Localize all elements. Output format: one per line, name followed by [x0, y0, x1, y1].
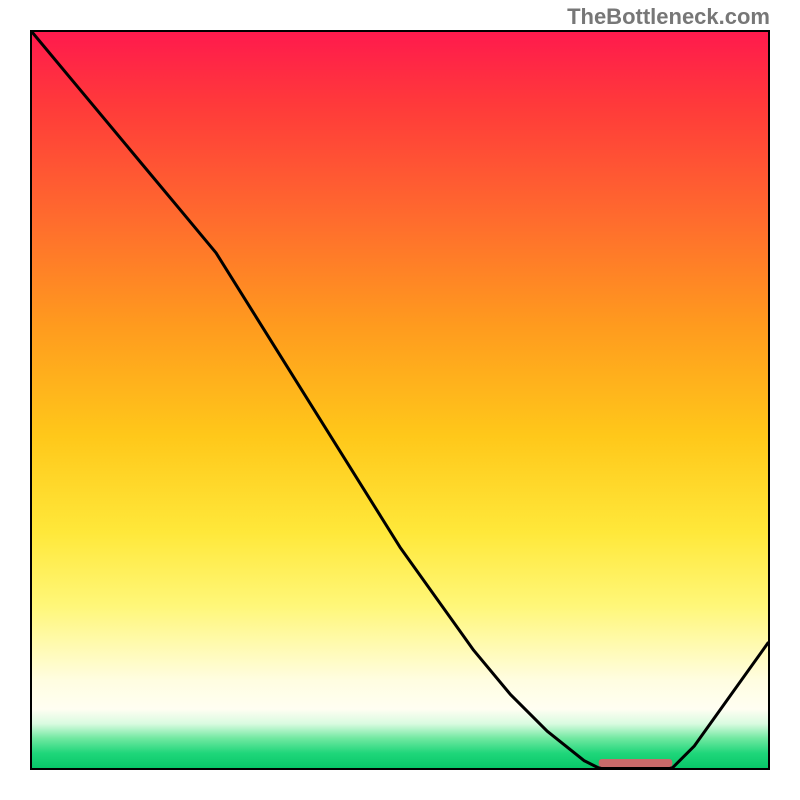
chart-svg — [32, 32, 768, 768]
marker-bar — [599, 759, 673, 767]
chart-frame: TheBottleneck.com — [0, 0, 800, 800]
plot-area — [30, 30, 770, 770]
curve-line — [32, 32, 768, 768]
watermark-text: TheBottleneck.com — [567, 4, 770, 30]
